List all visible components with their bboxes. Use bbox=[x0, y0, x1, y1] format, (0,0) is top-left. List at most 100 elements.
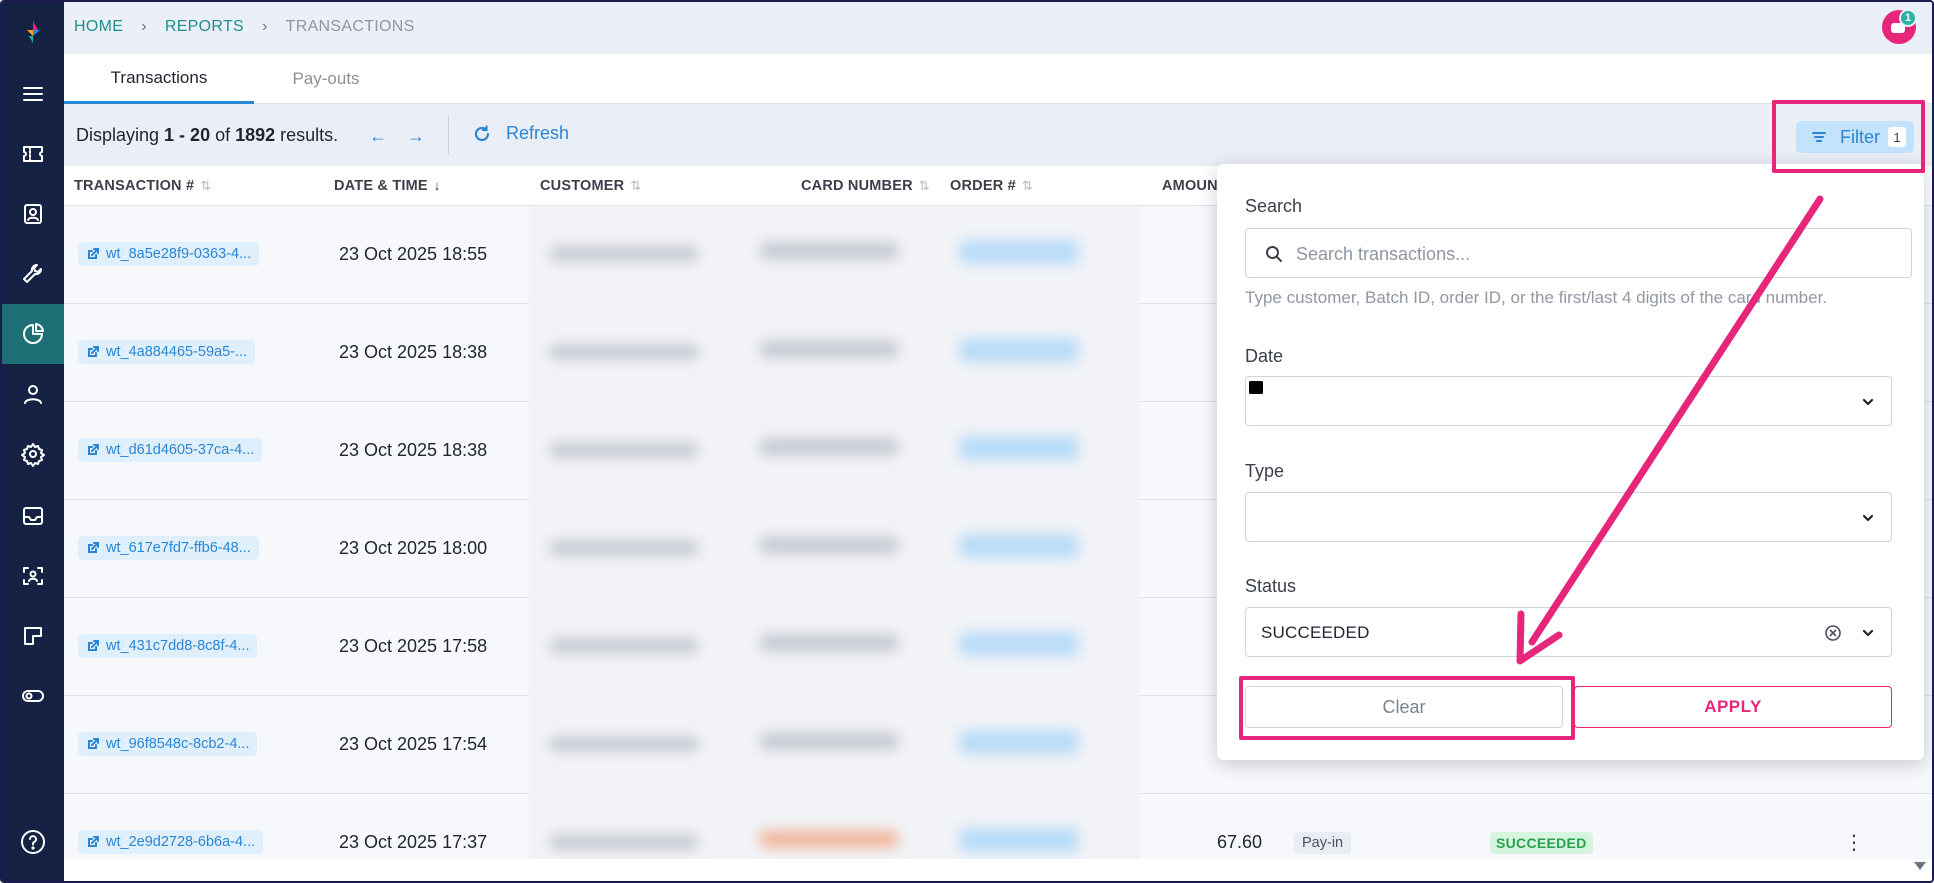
type-select[interactable] bbox=[1245, 492, 1892, 542]
transaction-link[interactable]: wt_96f8548c-8cb2-4... bbox=[78, 732, 258, 756]
type-badge: Pay-in bbox=[1294, 832, 1352, 854]
external-link-icon bbox=[88, 836, 99, 847]
chevron-down-icon bbox=[1861, 511, 1875, 525]
menu-icon[interactable] bbox=[2, 64, 64, 124]
transaction-id: wt_96f8548c-8cb2-4... bbox=[106, 736, 250, 752]
wrench-icon[interactable] bbox=[2, 244, 64, 304]
redacted-area bbox=[529, 304, 1139, 402]
external-link-icon bbox=[88, 640, 99, 651]
ticket-icon[interactable] bbox=[2, 124, 64, 184]
notification-badge: 1 bbox=[1899, 9, 1917, 27]
search-help-text: Type customer, Batch ID, order ID, or th… bbox=[1245, 288, 1828, 307]
tab-transactions[interactable]: Transactions bbox=[64, 54, 254, 104]
date-label: Date bbox=[1245, 346, 1284, 366]
sort-icon: ⇅ bbox=[630, 178, 642, 193]
transaction-link[interactable]: wt_431c7dd8-8c8f-4... bbox=[78, 634, 258, 658]
status-select[interactable]: SUCCEEDED bbox=[1245, 607, 1892, 657]
results-summary: Displaying 1 - 20 of 1892 results. bbox=[76, 125, 339, 145]
status-value: SUCCEEDED bbox=[1261, 623, 1370, 642]
transaction-link[interactable]: wt_2e9d2728-6b6a-4... bbox=[78, 830, 264, 854]
column-header-transaction[interactable]: TRANSACTION # ⇅ bbox=[74, 178, 211, 194]
chevron-right-icon: › bbox=[262, 18, 268, 35]
redacted-order bbox=[959, 534, 1079, 558]
search-icon bbox=[1266, 246, 1282, 262]
clear-status-icon[interactable] bbox=[1823, 623, 1843, 643]
redacted-card-number bbox=[759, 536, 899, 554]
redacted-area bbox=[529, 206, 1139, 304]
sort-icon: ⇅ bbox=[918, 178, 930, 193]
sort-icon: ⇅ bbox=[1021, 178, 1033, 193]
transaction-date: 23 Oct 2025 18:55 bbox=[339, 244, 488, 264]
transaction-date: 23 Oct 2025 18:38 bbox=[339, 440, 488, 460]
redacted-order bbox=[959, 338, 1079, 362]
transaction-link[interactable]: wt_8a5e28f9-0363-4... bbox=[78, 242, 260, 266]
apply-button[interactable]: APPLY bbox=[1574, 686, 1892, 728]
notifications-avatar[interactable]: 1 bbox=[1882, 9, 1917, 44]
column-header-card-number[interactable]: CARD NUMBER ⇅ bbox=[801, 178, 930, 194]
pie-chart-icon[interactable] bbox=[2, 304, 64, 364]
redacted-card-number bbox=[759, 438, 899, 456]
transaction-id: wt_431c7dd8-8c8f-4... bbox=[106, 638, 250, 654]
column-header-amount[interactable]: AMOUN bbox=[1162, 178, 1218, 194]
external-link-icon bbox=[88, 738, 99, 749]
sidebar bbox=[2, 2, 64, 881]
chevron-right-icon: › bbox=[141, 18, 147, 35]
column-header-customer[interactable]: CUSTOMER ⇅ bbox=[540, 178, 641, 194]
transaction-id: wt_4a884465-59a5-... bbox=[106, 344, 248, 360]
search-placeholder: Search transactions... bbox=[1296, 244, 1471, 264]
transaction-link[interactable]: wt_617e7fd7-ffb6-48... bbox=[78, 536, 259, 560]
redacted-customer bbox=[549, 834, 699, 850]
external-link-icon bbox=[88, 444, 99, 455]
redacted-customer bbox=[549, 246, 699, 262]
search-label: Search bbox=[1245, 196, 1303, 216]
breadcrumb-reports[interactable]: REPORTS bbox=[165, 18, 244, 36]
tab-pay-outs[interactable]: Pay-outs bbox=[254, 54, 398, 104]
redacted-card-number bbox=[759, 634, 899, 652]
filter-panel: Search Search transactions... Type custo… bbox=[1217, 164, 1924, 760]
gear-icon[interactable] bbox=[2, 424, 64, 484]
refresh-icon bbox=[474, 124, 490, 141]
transaction-link[interactable]: wt_4a884465-59a5-... bbox=[78, 340, 256, 364]
redacted-customer bbox=[549, 540, 699, 556]
redacted-order bbox=[959, 240, 1079, 264]
top-bar: HOME › REPORTS › TRANSACTIONS 1 bbox=[64, 2, 1932, 54]
redacted-area bbox=[529, 794, 1139, 859]
transaction-id: wt_2e9d2728-6b6a-4... bbox=[106, 834, 256, 850]
board-icon[interactable] bbox=[2, 606, 64, 666]
inbox-icon[interactable] bbox=[2, 486, 64, 546]
user-icon[interactable] bbox=[2, 364, 64, 424]
date-picker[interactable] bbox=[1245, 376, 1892, 426]
column-header-date-time[interactable]: DATE & TIME ↓ bbox=[334, 178, 440, 194]
transaction-date: 23 Oct 2025 18:00 bbox=[339, 538, 488, 558]
column-header-order[interactable]: ORDER # ⇅ bbox=[950, 178, 1033, 194]
redacted-area bbox=[529, 402, 1139, 500]
face-scan-icon[interactable] bbox=[2, 546, 64, 606]
transaction-id: wt_617e7fd7-ffb6-48... bbox=[106, 540, 251, 556]
chevron-down-icon bbox=[1861, 626, 1875, 640]
breadcrumb-home[interactable]: HOME bbox=[74, 18, 123, 36]
refresh-button[interactable]: Refresh bbox=[472, 123, 569, 144]
tab-bar: Transactions Pay-outs bbox=[64, 54, 1932, 104]
redacted-area bbox=[529, 500, 1139, 598]
search-input[interactable]: Search transactions... bbox=[1245, 228, 1912, 278]
sort-icon: ⇅ bbox=[200, 178, 212, 193]
table-row[interactable]: wt_2e9d2728-6b6a-4... 23 Oct 2025 17:37 67… bbox=[64, 794, 1932, 859]
previous-page-button[interactable]: ← bbox=[364, 122, 392, 150]
redacted-card-number bbox=[759, 242, 899, 260]
transaction-link[interactable]: wt_d61d4605-37ca-4... bbox=[78, 438, 263, 462]
redacted-area bbox=[529, 598, 1139, 696]
transaction-date: 23 Oct 2025 17:54 bbox=[339, 734, 488, 754]
sort-descending-icon: ↓ bbox=[433, 178, 441, 193]
app-window: HOME › REPORTS › TRANSACTIONS 1 Transact… bbox=[0, 0, 1934, 883]
app-logo[interactable] bbox=[2, 2, 64, 62]
row-menu-icon[interactable]: ⋮ bbox=[1844, 828, 1864, 856]
next-page-button[interactable]: → bbox=[402, 122, 430, 150]
external-link-icon bbox=[88, 248, 99, 259]
scroll-down-icon[interactable] bbox=[1914, 862, 1926, 870]
contact-card-icon[interactable] bbox=[2, 184, 64, 244]
redacted-card-number bbox=[759, 340, 899, 358]
help-icon[interactable] bbox=[19, 828, 47, 856]
status-label: Status bbox=[1245, 576, 1297, 596]
chevron-down-icon bbox=[1861, 395, 1875, 409]
toggle-icon[interactable] bbox=[2, 666, 64, 726]
